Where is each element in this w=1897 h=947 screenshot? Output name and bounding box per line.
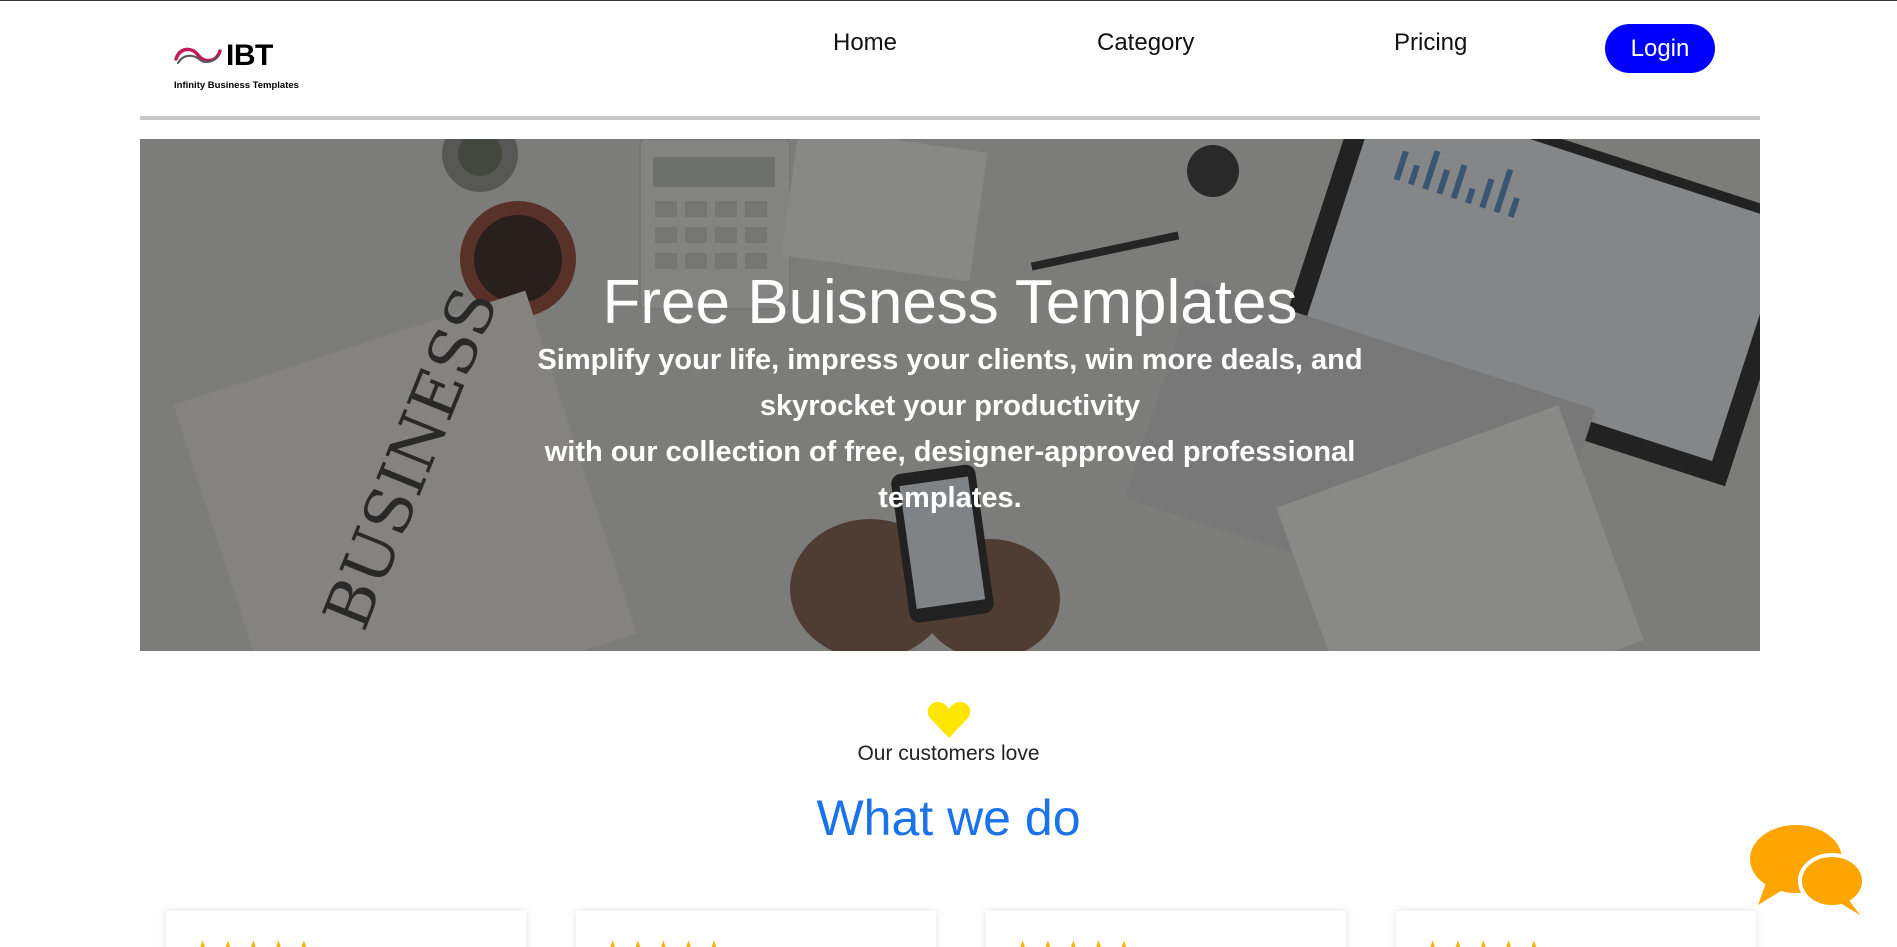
chat-bubbles-icon[interactable] [1748, 823, 1866, 917]
review-card: ★★★★★ [1396, 911, 1756, 947]
star-rating: ★★★★★ [1421, 935, 1548, 947]
star-rating: ★★★★★ [601, 935, 728, 947]
nav-pricing[interactable]: Pricing [1394, 29, 1467, 57]
what-we-do-title: What we do [816, 790, 1081, 846]
site-header: IBT Infinity Business Templates Home Cat… [0, 1, 1897, 119]
infinity-swirl-icon [174, 47, 222, 64]
customers-love-text: Our customers love [857, 742, 1040, 765]
heart-icon [927, 701, 971, 738]
hero-banner: BUSINESS Free Buisness Templates Simplif… [140, 139, 1760, 651]
review-card: ★★★★★ [576, 911, 936, 947]
logo-tagline: Infinity Business Templates [174, 80, 299, 91]
logo-name: IBT [226, 39, 273, 72]
star-rating: ★★★★★ [191, 935, 318, 947]
hero-subtitle-line1: Simplify your life, impress your clients… [537, 344, 1363, 422]
nav-category[interactable]: Category [1097, 29, 1194, 57]
hero-title: Free Buisness Templates [602, 268, 1298, 337]
hero-subtitle: Simplify your life, impress your clients… [500, 337, 1400, 521]
logo[interactable]: IBT Infinity Business Templates [170, 37, 300, 97]
hero-subtitle-line2: with our collection of free, designer-ap… [544, 436, 1356, 514]
login-button[interactable]: Login [1605, 24, 1715, 73]
review-card: ★★★★★ [986, 911, 1346, 947]
nav-home[interactable]: Home [833, 29, 897, 57]
review-card: ★★★★★ [166, 911, 526, 947]
star-rating: ★★★★★ [1011, 935, 1138, 947]
header-divider [140, 116, 1760, 120]
